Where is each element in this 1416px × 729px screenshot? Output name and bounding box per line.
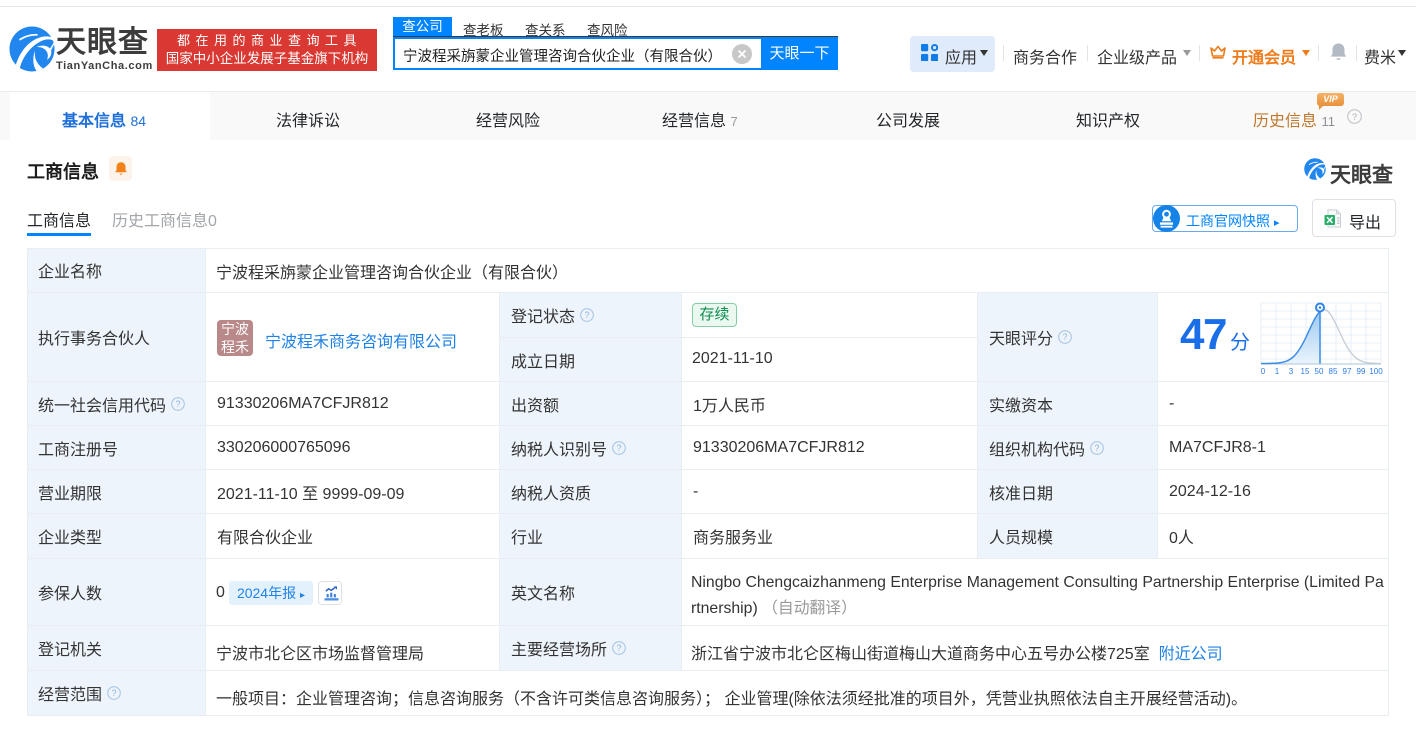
svg-text:?: ? bbox=[617, 443, 622, 453]
svg-text:1: 1 bbox=[1275, 367, 1280, 376]
svg-text:97: 97 bbox=[1343, 367, 1352, 376]
svg-text:?: ? bbox=[617, 643, 622, 653]
svg-text:?: ? bbox=[585, 310, 590, 320]
svg-text:?: ? bbox=[1352, 112, 1357, 123]
svg-text:0: 0 bbox=[1261, 367, 1266, 376]
svg-text:85: 85 bbox=[1329, 367, 1338, 376]
svg-text:?: ? bbox=[1063, 332, 1068, 342]
svg-text:100: 100 bbox=[1369, 367, 1383, 376]
svg-text:15: 15 bbox=[1301, 367, 1310, 376]
svg-text:50: 50 bbox=[1315, 367, 1324, 376]
svg-text:?: ? bbox=[112, 688, 117, 698]
svg-text:99: 99 bbox=[1357, 367, 1366, 376]
svg-text:?: ? bbox=[1095, 443, 1100, 453]
svg-text:?: ? bbox=[176, 399, 181, 409]
svg-text:3: 3 bbox=[1289, 367, 1294, 376]
